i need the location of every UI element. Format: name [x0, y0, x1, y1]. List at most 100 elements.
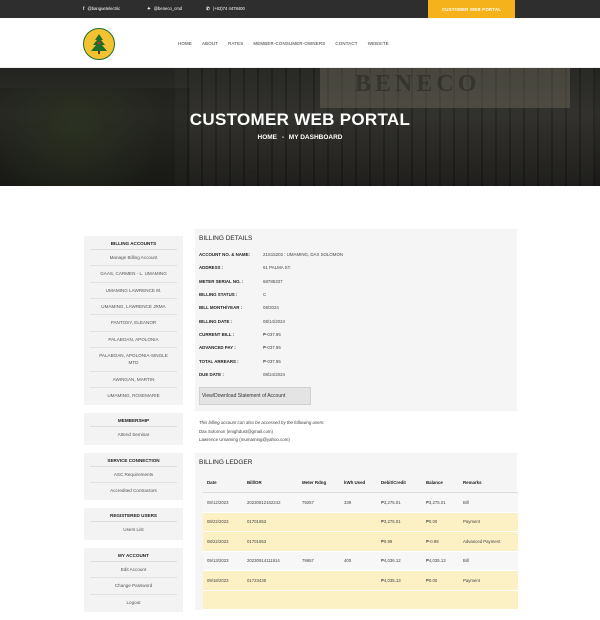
sidebar-item-accredited-contractors[interactable]: Accredited Contractors: [90, 483, 177, 498]
sidebar-item-users-list[interactable]: Users List: [90, 522, 177, 537]
customer-portal-button[interactable]: CUSTOMER WEB PORTAL: [428, 0, 515, 18]
twitter-handle: @beneco_cmd: [153, 6, 183, 11]
ledger-cell: 01701653: [243, 512, 298, 533]
pine-tree-icon: [91, 34, 107, 54]
twitter-icon: ✦: [147, 6, 151, 11]
ledger-cell: [340, 590, 377, 611]
ledger-cell: ₱-0.99: [422, 531, 459, 552]
sidebar-item-logout[interactable]: Logout: [90, 595, 177, 610]
nav-about[interactable]: ABOUT: [202, 41, 218, 46]
twitter-link[interactable]: ✦ @beneco_cmd: [147, 0, 182, 18]
phone-icon: ✆: [206, 6, 210, 11]
nav-rates[interactable]: RATES: [228, 41, 243, 46]
nav-member-consumer-owners[interactable]: MEMBER-CONSUMER-OWNERS: [253, 41, 325, 46]
ledger-cell: ₱0.99: [377, 531, 422, 552]
detail-value: ₱-037.95: [263, 358, 281, 364]
sidebar-item-manage-billing[interactable]: Manage Billing Account: [90, 250, 177, 267]
nav-contact[interactable]: CONTACT: [335, 41, 357, 46]
top-bar: f @banguetelectric ✦ @beneco_cmd ✆ (+63)…: [0, 0, 600, 18]
detail-label: ADVANCED PAY :: [199, 345, 236, 351]
download-soa-button[interactable]: View/Download Statement of Account: [199, 386, 311, 405]
col-bill-or: Bill/OR: [243, 473, 298, 494]
ledger-cell: [459, 590, 518, 611]
ledger-cell: ₱4,035.13: [422, 551, 459, 572]
sidebar-item-account[interactable]: UMAMING, ROSEMARIE: [90, 388, 177, 403]
hero-banner: BENECO CUSTOMER WEB PORTAL HOME - MY DAS…: [0, 68, 600, 186]
detail-label: ADDRESS :: [199, 265, 224, 271]
ledger-cell: [243, 590, 298, 611]
ledger-cell: [298, 531, 340, 552]
col-kwh-used: kWh Used: [340, 473, 377, 494]
ledger-cell: ₱3,275.01: [377, 492, 422, 513]
sidebar-item-account[interactable]: UMAMING LAWRENCE M.: [90, 283, 177, 300]
billing-details-heading: BILLING DETAILS: [199, 235, 253, 242]
ledger-cell: Advanced Payment: [459, 531, 518, 552]
ledger-row: 09/13/2023 20230914111914 79657 400 ₱4,0…: [203, 551, 518, 572]
ledger-cell: ₱0.00: [422, 512, 459, 533]
main-content: BILLING DETAILS ACCOUNT NO. & NAME: 21S15…: [195, 229, 518, 611]
detail-value: 21S15202 : UMAMING, DAX SOLOMON: [263, 252, 344, 258]
ledger-cell: [203, 590, 243, 611]
ledger-cell: 09/13/2023: [203, 551, 243, 572]
ledger-row: [203, 590, 518, 611]
detail-row: ADVANCED PAY : ₱-037.95: [199, 341, 513, 354]
sidebar-service-connection: SERVICE CONNECTION ASC Requirements Accr…: [84, 452, 183, 501]
nav-menu: HOME ABOUT RATES MEMBER-CONSUMER-OWNERS …: [178, 18, 389, 68]
sidebar-item-asc-requirements[interactable]: ASC Requirements: [90, 467, 177, 484]
detail-row: ADDRESS : 61 PALMA ST.: [199, 261, 513, 274]
sidebar-item-account[interactable]: PALABOAN, APOLONIA-SINGLE MTD: [90, 348, 177, 372]
ledger-cell: [340, 570, 377, 591]
detail-value: 08/24/2024: [263, 371, 285, 377]
sidebar-item-account[interactable]: PALABOAN, APOLONIA: [90, 332, 177, 349]
sidebar-item-account[interactable]: PANTOSY, ELEANOR: [90, 315, 177, 332]
sidebar: BILLING ACCOUNTS Manage Billing Account …: [84, 236, 183, 620]
sidebar-item-account[interactable]: AWINGAN, MARTIN: [90, 372, 177, 389]
sidebar-item-change-password[interactable]: Change Password: [90, 578, 177, 595]
sidebar-heading: SERVICE CONNECTION: [90, 453, 177, 467]
ledger-cell: ₱4,035.13: [377, 570, 422, 591]
page-title: CUSTOMER WEB PORTAL: [189, 110, 411, 129]
nav-home[interactable]: HOME: [178, 41, 192, 46]
ledger-cell: 01723435: [243, 570, 298, 591]
ledger-row: 08/22/2023 01701653 ₱0.99 ₱-0.99 Advance…: [203, 531, 518, 552]
sidebar-heading: MY ACCOUNT: [90, 548, 177, 562]
ledger-cell: Bill: [459, 551, 518, 572]
detail-label: TOTAL ARREARS :: [199, 358, 239, 364]
sidebar-billing-accounts: BILLING ACCOUNTS Manage Billing Account …: [84, 236, 183, 406]
sidebar-heading: MEMBERSHIP: [90, 413, 177, 428]
ledger-cell: [298, 512, 340, 533]
detail-row: BILLING DATE : 08/14/2024: [199, 314, 513, 327]
detail-row: TOTAL ARREARS : ₱-037.95: [199, 354, 513, 367]
breadcrumb-home[interactable]: HOME: [258, 134, 278, 141]
detail-row: DUE DATE : 08/24/2024: [199, 368, 513, 381]
detail-value: 61 PALMA ST.: [263, 265, 291, 271]
ledger-cell: [377, 590, 422, 611]
sidebar-item-attend-seminar[interactable]: Attend Seminar: [90, 427, 177, 442]
shared-users-note: This billing account can also be accesse…: [195, 419, 517, 445]
ledger-cell: ₱4,036.12: [377, 551, 422, 572]
ledger-row: 09/18/2023 01723435 ₱4,035.13 ₱0.00 Paym…: [203, 570, 518, 591]
sidebar-my-account: MY ACCOUNT Edit Account Change Password …: [84, 547, 183, 612]
phone-link[interactable]: ✆ (+63)74 4478400: [206, 0, 245, 18]
ledger-cell: 20230914111914: [243, 551, 298, 572]
breadcrumb: HOME - MY DASHBOARD: [0, 134, 600, 141]
ledger-cell: [422, 590, 459, 611]
sidebar-item-account[interactable]: UMAMING, LAWRENCE JRMA: [90, 299, 177, 316]
beneco-logo[interactable]: [83, 28, 115, 60]
billing-details-card: BILLING DETAILS ACCOUNT NO. & NAME: 21S15…: [195, 229, 517, 411]
facebook-link[interactable]: f @banguetelectric: [83, 0, 120, 18]
ledger-cell: 08/12/2023: [203, 492, 243, 513]
sidebar-heading: BILLING ACCOUNTS: [90, 236, 177, 250]
sidebar-item-edit-account[interactable]: Edit Account: [90, 562, 177, 579]
ledger-cell: 01701653: [243, 531, 298, 552]
ledger-cell: 79657: [298, 551, 340, 572]
sidebar-registered-users: REGISTERED USERS Users List: [84, 508, 183, 540]
ledger-row: 08/22/2023 01701653 ₱3,275.01 ₱0.00 Paym…: [203, 512, 518, 533]
sidebar-item-account[interactable]: GAAS, CARMEN - L. UMAMING: [90, 266, 177, 283]
billing-ledger-heading: BILLING LEDGER: [199, 458, 253, 466]
ledger-cell: 09/18/2023: [203, 570, 243, 591]
ledger-cell: Bill: [459, 492, 518, 513]
detail-label: BILL MONTH/YEAR :: [199, 305, 243, 311]
nav-website[interactable]: WEBSITE: [368, 41, 389, 46]
detail-value: 68785337: [263, 278, 283, 284]
